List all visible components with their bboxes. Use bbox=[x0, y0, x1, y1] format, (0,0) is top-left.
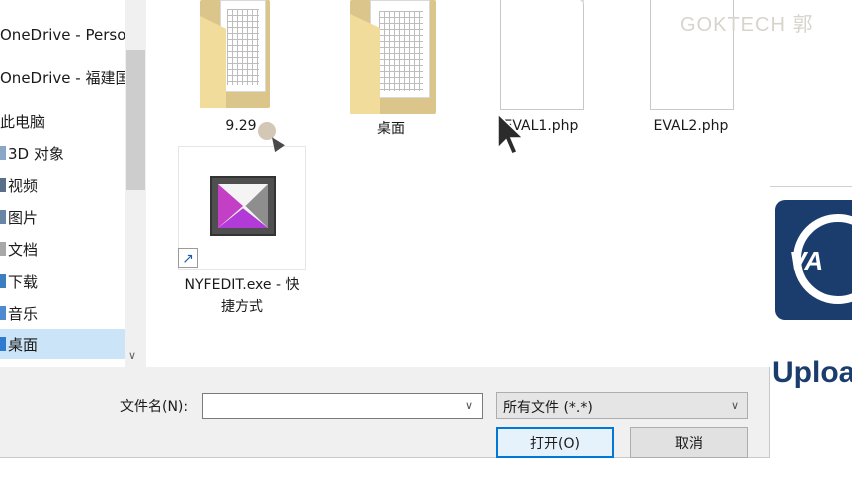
nav-item-label: OneDrive - Perso bbox=[0, 26, 125, 44]
music-icon bbox=[0, 306, 6, 320]
file-type-value: 所有文件 (*.*) bbox=[503, 400, 593, 416]
nav-item-documents[interactable]: 文档 bbox=[0, 234, 125, 264]
nav-item-label: 3D 对象 bbox=[8, 144, 64, 163]
file-list-pane: 9.29 桌面 EVAL1.php EVAL2.php ↗ NYFEDIT.ex… bbox=[146, 0, 770, 367]
logo-text: VA bbox=[789, 246, 824, 276]
background-logo: VA bbox=[775, 200, 852, 320]
nav-scrollbar-thumb[interactable] bbox=[126, 50, 145, 190]
3d-objects-icon bbox=[0, 146, 6, 160]
nav-item-label: 图片 bbox=[8, 208, 39, 227]
filename-combobox[interactable]: ∨ bbox=[202, 393, 483, 419]
pictures-icon bbox=[0, 210, 6, 224]
file-name-line2: 捷方式 bbox=[221, 299, 263, 315]
downloads-icon bbox=[0, 274, 6, 288]
chevron-down-icon[interactable]: ∨ bbox=[465, 399, 473, 412]
folder-preview bbox=[220, 0, 266, 92]
nav-item-videos[interactable]: 视频 bbox=[0, 170, 125, 200]
nav-item-label: 桌面 bbox=[8, 335, 39, 354]
file-name-line1: NYFEDIT.exe - 快 bbox=[184, 277, 300, 293]
nav-item-onedrive-personal[interactable]: OneDrive - Perso bbox=[0, 20, 125, 50]
filename-input[interactable] bbox=[207, 395, 463, 417]
desktop-icon bbox=[0, 337, 6, 351]
folder-front bbox=[200, 16, 226, 108]
cancel-button[interactable]: 取消 bbox=[630, 427, 748, 458]
nav-item-label: 文档 bbox=[8, 240, 39, 259]
nav-item-pictures[interactable]: 图片 bbox=[0, 202, 125, 232]
php-file-icon bbox=[500, 0, 584, 110]
chevron-down-icon[interactable]: ∨ bbox=[731, 399, 739, 412]
folder-preview-grid bbox=[379, 11, 423, 91]
background-heading: Uploa bbox=[772, 356, 852, 389]
nav-item-3d-objects[interactable]: 3D 对象 bbox=[0, 138, 125, 168]
mouse-cursor-icon bbox=[497, 112, 525, 155]
nav-item-label: 音乐 bbox=[8, 304, 39, 323]
file-name: EVAL2.php bbox=[653, 118, 729, 134]
file-open-dialog: OneDrive - Perso OneDrive - 福建国 此电脑 3D 对… bbox=[0, 0, 770, 458]
nav-item-this-pc[interactable]: 此电脑 bbox=[0, 106, 125, 136]
shortcut-name: NYFEDIT.exe - 快 捷方式 bbox=[172, 274, 312, 316]
exe-shortcut-icon bbox=[210, 176, 276, 236]
nav-item-label: OneDrive - 福建国 bbox=[0, 68, 125, 87]
file-name: 桌面 bbox=[377, 121, 405, 137]
folder-item[interactable]: 9.29 bbox=[186, 0, 296, 140]
documents-icon bbox=[0, 242, 6, 256]
nav-item-downloads[interactable]: 下载 bbox=[0, 266, 125, 296]
nav-item-label: 此电脑 bbox=[0, 112, 46, 131]
page-fold-icon bbox=[570, 0, 584, 4]
videos-icon bbox=[0, 178, 6, 192]
background-divider bbox=[770, 186, 852, 187]
file-name: 9.29 bbox=[225, 118, 257, 134]
open-button[interactable]: 打开(O) bbox=[496, 427, 614, 458]
nav-item-label: 下载 bbox=[8, 272, 39, 291]
folder-front bbox=[350, 14, 380, 114]
nav-item-label: 视频 bbox=[8, 176, 39, 195]
navigation-pane: OneDrive - Perso OneDrive - 福建国 此电脑 3D 对… bbox=[0, 0, 125, 367]
folder-preview-grid bbox=[227, 9, 259, 85]
nav-item-onedrive-org[interactable]: OneDrive - 福建国 bbox=[0, 62, 125, 92]
folder-item[interactable]: 桌面 bbox=[336, 0, 446, 140]
file-type-select[interactable]: 所有文件 (*.*) ∨ bbox=[496, 392, 748, 419]
filename-label: 文件名(N): bbox=[120, 399, 189, 415]
screen: VA Uploa OneDrive - Perso OneDrive - 福建国… bbox=[0, 0, 852, 480]
nav-item-music[interactable]: 音乐 bbox=[0, 298, 125, 328]
nav-item-desktop[interactable]: 桌面 bbox=[0, 329, 125, 359]
watermark: GOKTECH 郭 bbox=[680, 14, 814, 36]
shortcut-arrow-icon: ↗ bbox=[178, 248, 198, 268]
scroll-down-icon[interactable]: ∨ bbox=[128, 349, 136, 362]
